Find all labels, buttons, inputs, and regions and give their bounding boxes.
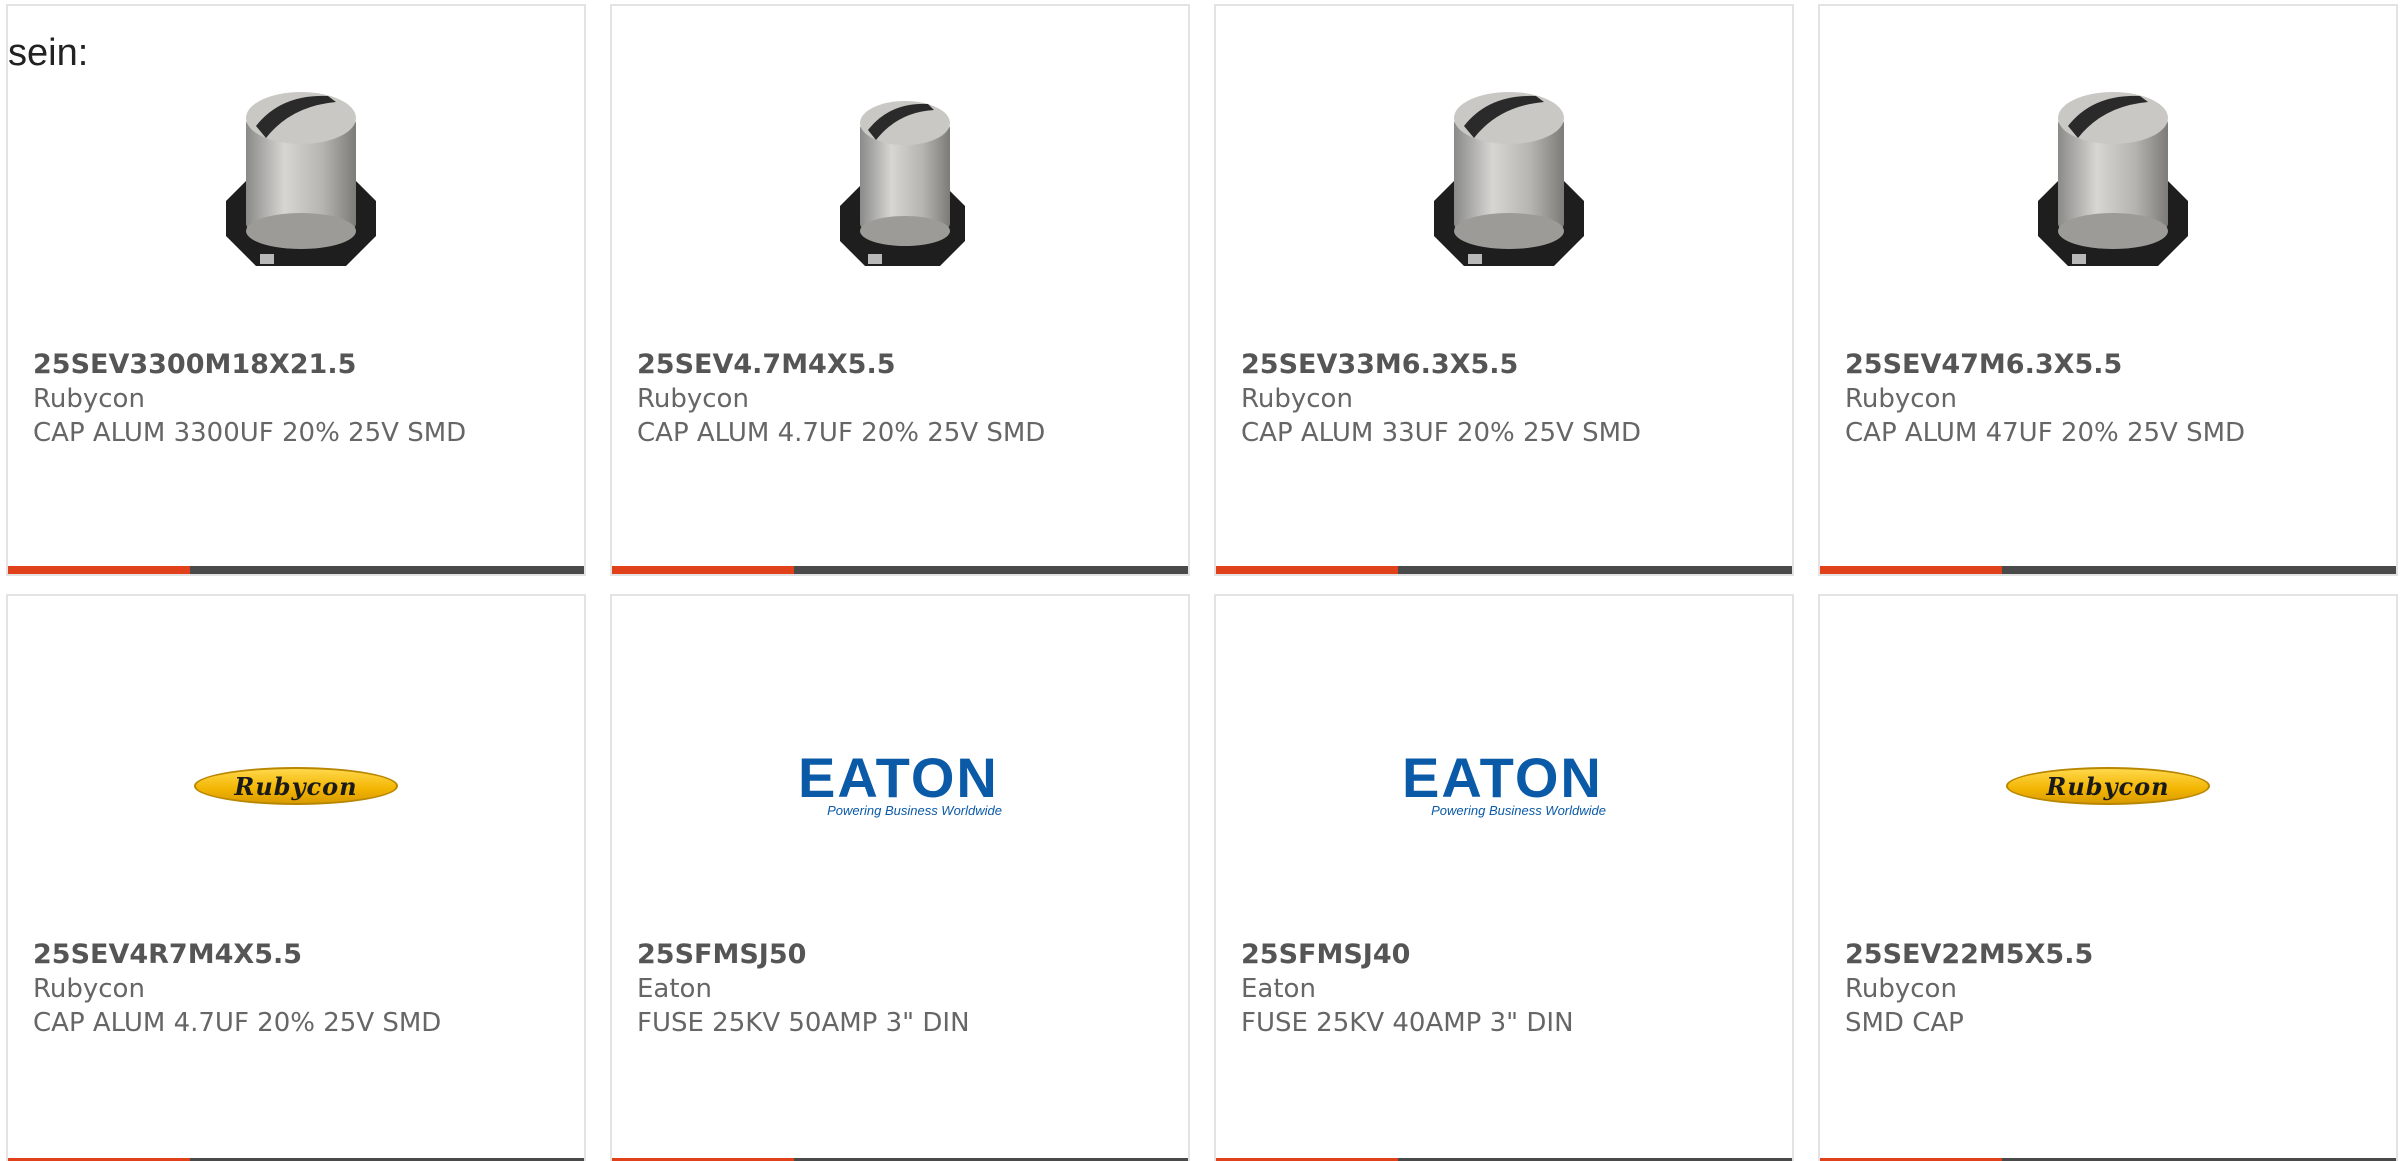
part-number[interactable]: 25SFMSJ50 (637, 938, 1168, 972)
page: 25SEV3300M18X21.5 Rubycon CAP ALUM 3300U… (0, 0, 2400, 1161)
logo-tagline: Powering Business Worldwide (827, 802, 1002, 818)
product-image: Rubycon (8, 676, 584, 896)
rubycon-logo-icon: Rubycon (2006, 767, 2210, 805)
description: FUSE 25KV 40AMP 3" DIN (1241, 1008, 1574, 1038)
card-bottom-bar (8, 566, 584, 574)
part-number[interactable]: 25SEV4.7M4X5.5 (637, 348, 1168, 382)
description: SMD CAP (1845, 1008, 1964, 1038)
part-number[interactable]: 25SEV22M5X5.5 (1845, 938, 2376, 972)
manufacturer: Eaton (1241, 974, 1316, 1004)
card-bottom-bar (1216, 566, 1792, 574)
product-image (1216, 66, 1792, 286)
rubycon-logo-icon: Rubycon (194, 767, 398, 805)
product-card[interactable]: EATON Powering Business Worldwide 25SFMS… (610, 594, 1190, 1161)
product-image (612, 66, 1188, 286)
manufacturer: Rubycon (637, 384, 749, 414)
part-number[interactable]: 25SEV4R7M4X5.5 (33, 938, 564, 972)
part-number[interactable]: 25SEV47M6.3X5.5 (1845, 348, 2376, 382)
logo-text: EATON (1402, 745, 1603, 809)
manufacturer: Rubycon (1845, 974, 1957, 1004)
description: CAP ALUM 47UF 20% 25V SMD (1845, 418, 2246, 448)
logo-text: Rubycon (2046, 771, 2170, 801)
product-card[interactable]: 25SEV33M6.3X5.5 Rubycon CAP ALUM 33UF 20… (1214, 4, 1794, 576)
card-bottom-bar (612, 566, 1188, 574)
description: CAP ALUM 4.7UF 20% 25V SMD (637, 418, 1046, 448)
product-card[interactable]: EATON Powering Business Worldwide 25SFMS… (1214, 594, 1794, 1161)
logo-text: EATON (798, 745, 999, 809)
product-image: EATON Powering Business Worldwide (612, 676, 1188, 896)
description: CAP ALUM 4.7UF 20% 25V SMD (33, 1008, 442, 1038)
product-card[interactable]: Rubycon 25SEV4R7M4X5.5 Rubycon CAP ALUM … (6, 594, 586, 1161)
product-image (8, 66, 584, 286)
capacitor-icon (226, 92, 376, 266)
card-bottom-bar (1820, 566, 2396, 574)
part-number[interactable]: 25SEV33M6.3X5.5 (1241, 348, 1772, 382)
product-grid: 25SEV3300M18X21.5 Rubycon CAP ALUM 3300U… (6, 4, 2400, 1161)
capacitor-icon (840, 101, 965, 266)
product-image (1820, 66, 2396, 286)
eaton-logo-icon: EATON Powering Business Worldwide (798, 745, 1002, 818)
manufacturer: Rubycon (33, 384, 145, 414)
manufacturer: Rubycon (1241, 384, 1353, 414)
product-card[interactable]: 25SEV4.7M4X5.5 Rubycon CAP ALUM 4.7UF 20… (610, 4, 1190, 576)
description: CAP ALUM 33UF 20% 25V SMD (1241, 418, 1642, 448)
logo-text: Rubycon (234, 771, 358, 801)
eaton-logo-icon: EATON Powering Business Worldwide (1402, 745, 1606, 818)
product-image: Rubycon (1820, 676, 2396, 896)
part-number[interactable]: 25SFMSJ40 (1241, 938, 1772, 972)
capacitor-icon (2038, 92, 2188, 266)
intro-text: sein: (8, 32, 89, 74)
manufacturer: Eaton (637, 974, 712, 1004)
part-number[interactable]: 25SEV3300M18X21.5 (33, 348, 564, 382)
manufacturer: Rubycon (1845, 384, 1957, 414)
description: FUSE 25KV 50AMP 3" DIN (637, 1008, 970, 1038)
logo-tagline: Powering Business Worldwide (1431, 802, 1606, 818)
manufacturer: Rubycon (33, 974, 145, 1004)
product-card[interactable]: 25SEV3300M18X21.5 Rubycon CAP ALUM 3300U… (6, 4, 586, 576)
product-card[interactable]: Rubycon 25SEV22M5X5.5 Rubycon SMD CAP (1818, 594, 2398, 1161)
description: CAP ALUM 3300UF 20% 25V SMD (33, 418, 467, 448)
product-image: EATON Powering Business Worldwide (1216, 676, 1792, 896)
capacitor-icon (1434, 92, 1584, 266)
product-card[interactable]: 25SEV47M6.3X5.5 Rubycon CAP ALUM 47UF 20… (1818, 4, 2398, 576)
